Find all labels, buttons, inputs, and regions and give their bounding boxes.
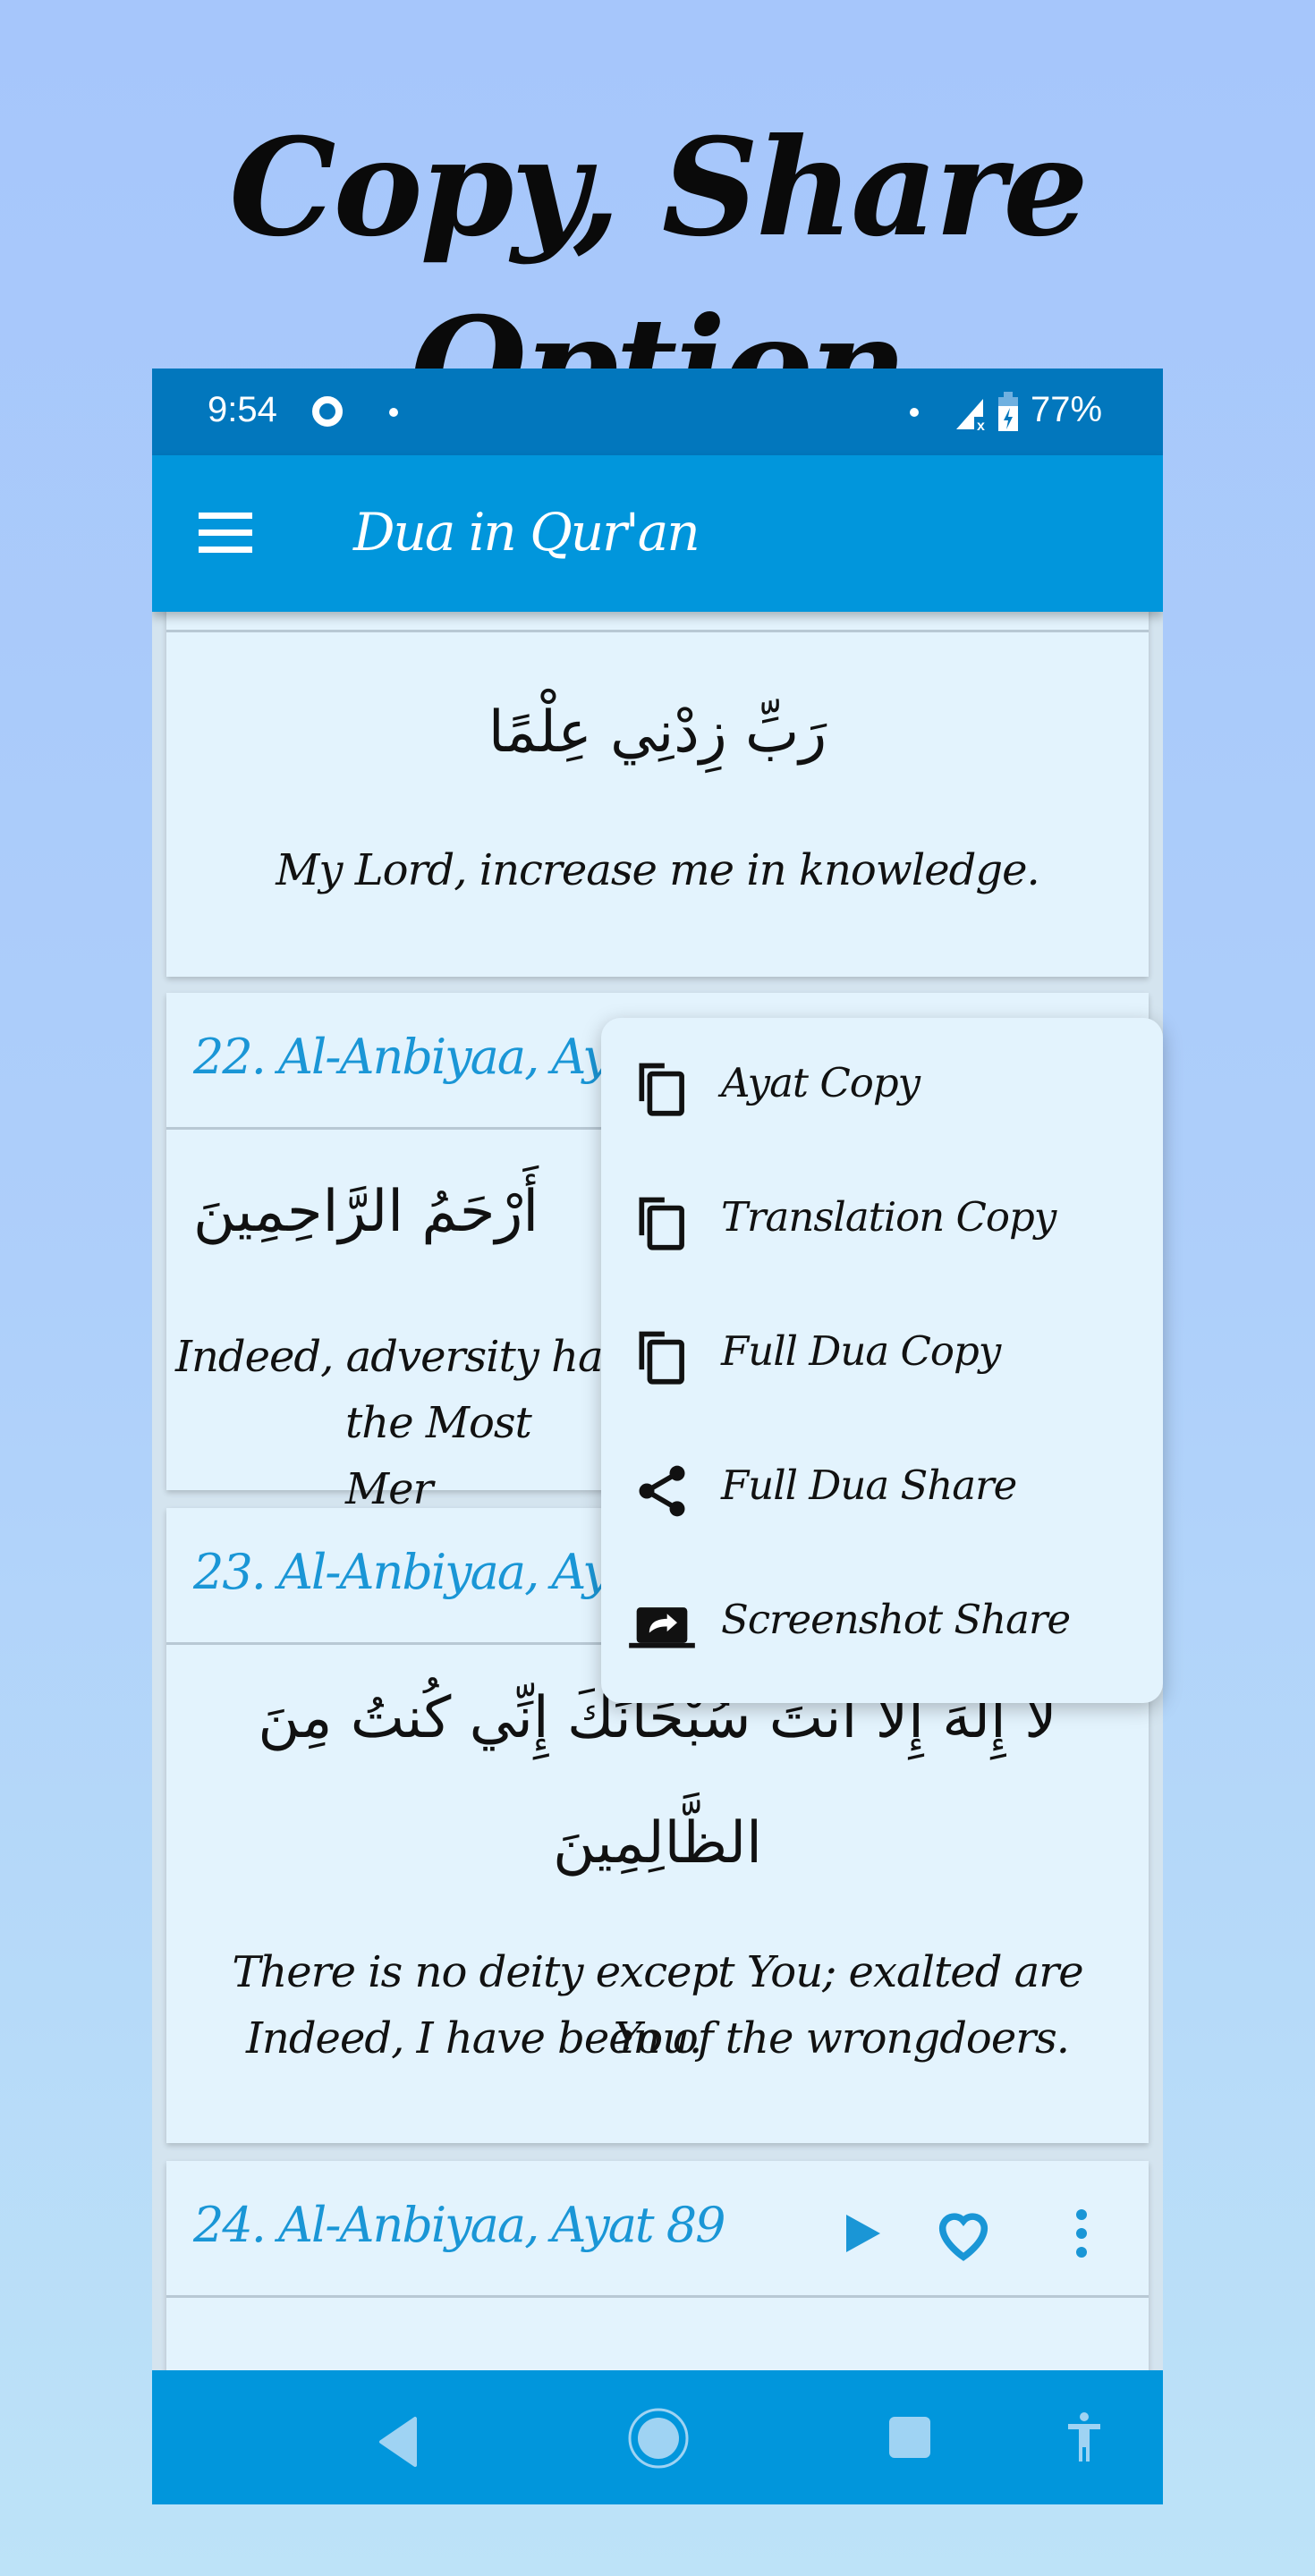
menu-item-label: Full Dua Share	[721, 1462, 1017, 1509]
accessibility-icon[interactable]	[1066, 2411, 1102, 2470]
arabic-text: رَبِّ زِدْنِي عِلْمًا	[488, 699, 827, 766]
menu-item-label: Full Dua Copy	[721, 1327, 1001, 1375]
card-title[interactable]: 24. Al-Anbiyaa, Ayat 89	[193, 2197, 725, 2253]
translation-line-2: the Most Mer	[345, 1398, 532, 1514]
card-actions	[827, 2202, 1113, 2265]
svg-text:x: x	[977, 419, 985, 431]
heart-outline-icon[interactable]	[932, 2202, 995, 2265]
menu-item-label: Translation Copy	[721, 1193, 1056, 1241]
menu-item-translation-copy[interactable]: Translation Copy	[601, 1152, 1163, 1286]
battery-percent: 77%	[1031, 390, 1103, 429]
translation-line-1: Indeed, adversity ha	[175, 1332, 604, 1382]
more-vert-icon[interactable]	[1050, 2202, 1113, 2265]
copy-icon	[632, 1192, 692, 1253]
app-title: Dua in Qur'an	[353, 502, 700, 563]
menu-item-full-dua-copy[interactable]: Full Dua Copy	[601, 1286, 1163, 1420]
menu-item-ayat-copy[interactable]: Ayat Copy	[601, 1018, 1163, 1152]
recents-icon[interactable]	[887, 2415, 932, 2464]
card-title[interactable]: 23. Al-Anbiyaa, Ay	[193, 1544, 610, 1600]
record-icon	[311, 395, 344, 432]
dot-icon	[388, 406, 399, 422]
status-time: 9:54	[208, 390, 277, 429]
back-icon[interactable]	[376, 2415, 420, 2473]
copy-icon	[632, 1326, 692, 1387]
play-icon[interactable]	[827, 2202, 889, 2265]
arabic-line-2: الظَّالِمِينَ	[553, 1810, 762, 1877]
hamburger-menu-icon[interactable]	[199, 513, 252, 554]
notification-dot-icon	[909, 406, 920, 422]
screen-share-icon	[628, 1595, 696, 1656]
menu-item-full-dua-share[interactable]: Full Dua Share	[601, 1420, 1163, 1555]
card-title[interactable]: 22. Al-Anbiyaa, Ay	[193, 1029, 610, 1085]
navigation-bar	[152, 2370, 1163, 2504]
menu-item-label: Screenshot Share	[721, 1596, 1071, 1643]
copy-icon	[632, 1058, 692, 1119]
menu-item-label: Ayat Copy	[721, 1059, 920, 1106]
menu-item-screenshot-share[interactable]: Screenshot Share	[601, 1555, 1163, 1689]
app-bar: Dua in Qur'an	[152, 455, 1163, 612]
arabic-text: أَرْحَمُ الرَّاحِمِينَ	[193, 1179, 539, 1245]
status-bar: 9:54 x 77%	[152, 369, 1163, 455]
signal-no-service-icon: x	[954, 395, 990, 436]
translation-line-2: Indeed, I have been of the wrongdoers.	[245, 2013, 1070, 2063]
home-icon[interactable]	[626, 2406, 691, 2475]
card-header: 24. Al-Anbiyaa, Ayat 89	[166, 2161, 1149, 2298]
copy-share-popup-menu: Ayat Copy Translation Copy Full Dua Copy…	[601, 1018, 1163, 1703]
translation-text: My Lord, increase me in knowledge.	[276, 845, 1039, 895]
battery-charging-icon	[997, 392, 1020, 437]
share-icon	[632, 1461, 692, 1521]
